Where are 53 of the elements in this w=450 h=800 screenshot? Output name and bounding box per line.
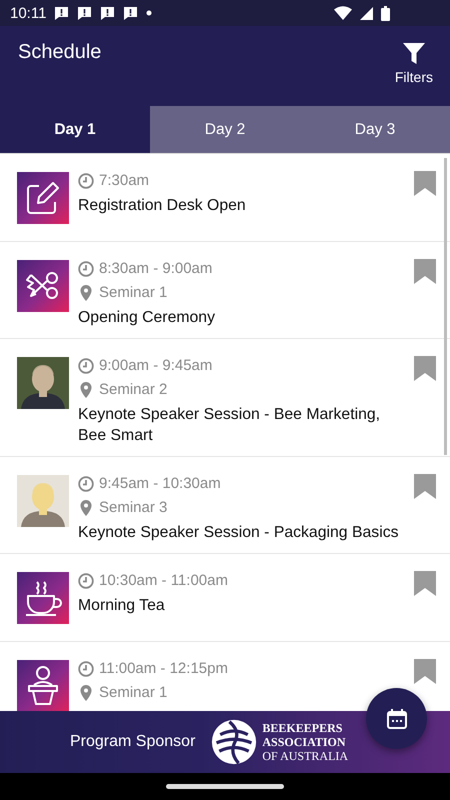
clock-icon xyxy=(78,476,94,492)
sponsor-name: OF AUSTRALIA xyxy=(262,749,348,763)
session-location: Seminar 2 xyxy=(99,380,168,400)
bookmark-icon[interactable] xyxy=(414,474,436,499)
clock-icon xyxy=(78,173,94,189)
pencil-icon xyxy=(17,172,69,224)
status-time: 10:11 xyxy=(10,4,46,22)
session-title[interactable]: Keynote Speaker Session - Bee Marketing, Bee Smart xyxy=(78,404,405,446)
sponsor-name: BEEKEEPERS xyxy=(262,721,344,735)
session-time: 10:30am - 11:00am xyxy=(99,571,228,591)
session-location: Seminar 1 xyxy=(99,283,168,303)
session-time: 9:00am - 9:45am xyxy=(99,356,212,376)
bookmark-icon[interactable] xyxy=(414,659,436,684)
session-location: Seminar 3 xyxy=(99,498,168,518)
ribbon-scissors-icon xyxy=(17,260,69,312)
location-pin-icon xyxy=(78,684,94,702)
coffee-cup-icon xyxy=(17,572,69,624)
notification-icon xyxy=(77,6,92,20)
screen-title: Schedule xyxy=(18,41,102,65)
notification-icon xyxy=(123,6,138,20)
bookmark-icon[interactable] xyxy=(414,571,436,596)
day-tab[interactable]: Day 1 xyxy=(0,106,150,153)
session-time: 9:45am - 10:30am xyxy=(99,474,221,494)
location-pin-icon xyxy=(78,381,94,399)
dot-icon xyxy=(146,10,152,16)
session-time: 7:30am xyxy=(99,171,150,191)
wifi-icon xyxy=(334,6,352,20)
session-title[interactable]: Morning Tea xyxy=(78,595,405,616)
globe-logo-icon xyxy=(211,719,258,765)
clock-icon xyxy=(78,358,94,374)
session-time: 11:00am - 12:15pm xyxy=(99,659,228,679)
session-location: Seminar 1 xyxy=(99,683,168,703)
signal-icon xyxy=(360,6,373,20)
bookmark-icon[interactable] xyxy=(414,171,436,196)
sponsor-label: Program Sponsor xyxy=(70,733,196,751)
notification-icon xyxy=(100,6,116,20)
clock-icon xyxy=(78,661,94,677)
session-title[interactable]: Registration Desk Open xyxy=(78,195,405,216)
location-pin-icon xyxy=(78,284,94,302)
clock-icon xyxy=(78,573,94,589)
battery-icon xyxy=(381,6,390,20)
calendar-icon xyxy=(386,708,408,730)
filters-button[interactable]: Filters xyxy=(394,42,433,86)
bookmark-icon[interactable] xyxy=(414,356,436,381)
session-time: 8:30am - 9:00am xyxy=(99,259,212,279)
clock-icon xyxy=(78,261,94,277)
bookmark-icon[interactable] xyxy=(414,259,436,284)
filter-icon xyxy=(402,42,426,66)
session-title[interactable]: Keynote Speaker Session - Packaging Basics xyxy=(78,522,405,543)
sponsor-name: ASSOCIATION xyxy=(262,735,347,749)
location-pin-icon xyxy=(78,499,94,517)
notification-icon xyxy=(54,6,70,20)
session-title[interactable]: Opening Ceremony xyxy=(78,307,405,328)
